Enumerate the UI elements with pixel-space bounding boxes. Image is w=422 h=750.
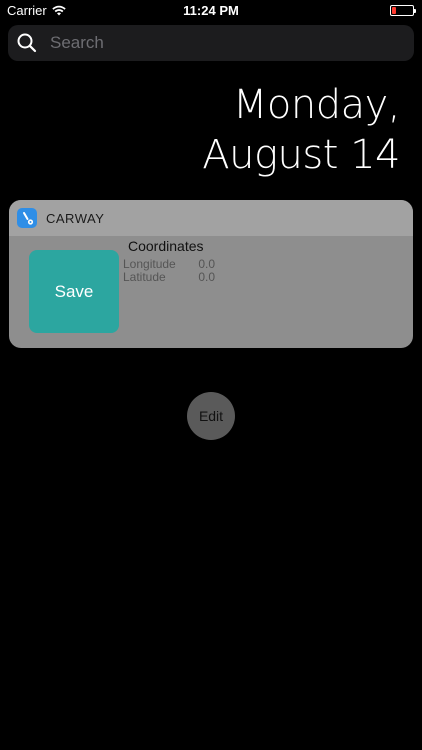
coordinates-title: Coordinates xyxy=(128,238,204,254)
edit-button[interactable]: Edit xyxy=(187,392,235,440)
latitude-label: Latitude xyxy=(123,270,166,284)
longitude-label: Longitude xyxy=(123,257,176,271)
carway-app-icon xyxy=(17,208,37,228)
status-bar: Carrier 11:24 PM xyxy=(0,0,422,22)
location-pin-icon xyxy=(23,212,34,225)
widget-app-name: CARWAY xyxy=(46,210,105,226)
date-month-day: August 14 xyxy=(202,132,400,178)
longitude-row: Longitude 0.0 xyxy=(123,257,215,271)
status-time: 11:24 PM xyxy=(183,3,239,18)
date-weekday: Monday, xyxy=(232,82,401,128)
battery-icon xyxy=(390,5,416,16)
lock-screen-widgets: Carrier 11:24 PM Monday, August 14 xyxy=(0,0,422,750)
longitude-value: 0.0 xyxy=(198,257,216,271)
carway-widget: CARWAY Save Coordinates Longitude 0.0 La… xyxy=(9,200,413,348)
search-bar[interactable] xyxy=(8,25,414,61)
latitude-row: Latitude 0.0 xyxy=(123,270,215,284)
date-display: Monday, August 14 xyxy=(202,80,400,180)
battery-level xyxy=(392,7,396,14)
latitude-value: 0.0 xyxy=(198,270,216,284)
save-button[interactable]: Save xyxy=(29,250,119,333)
search-icon xyxy=(17,33,37,53)
search-input[interactable] xyxy=(50,33,390,53)
widget-header[interactable]: CARWAY xyxy=(9,200,413,236)
